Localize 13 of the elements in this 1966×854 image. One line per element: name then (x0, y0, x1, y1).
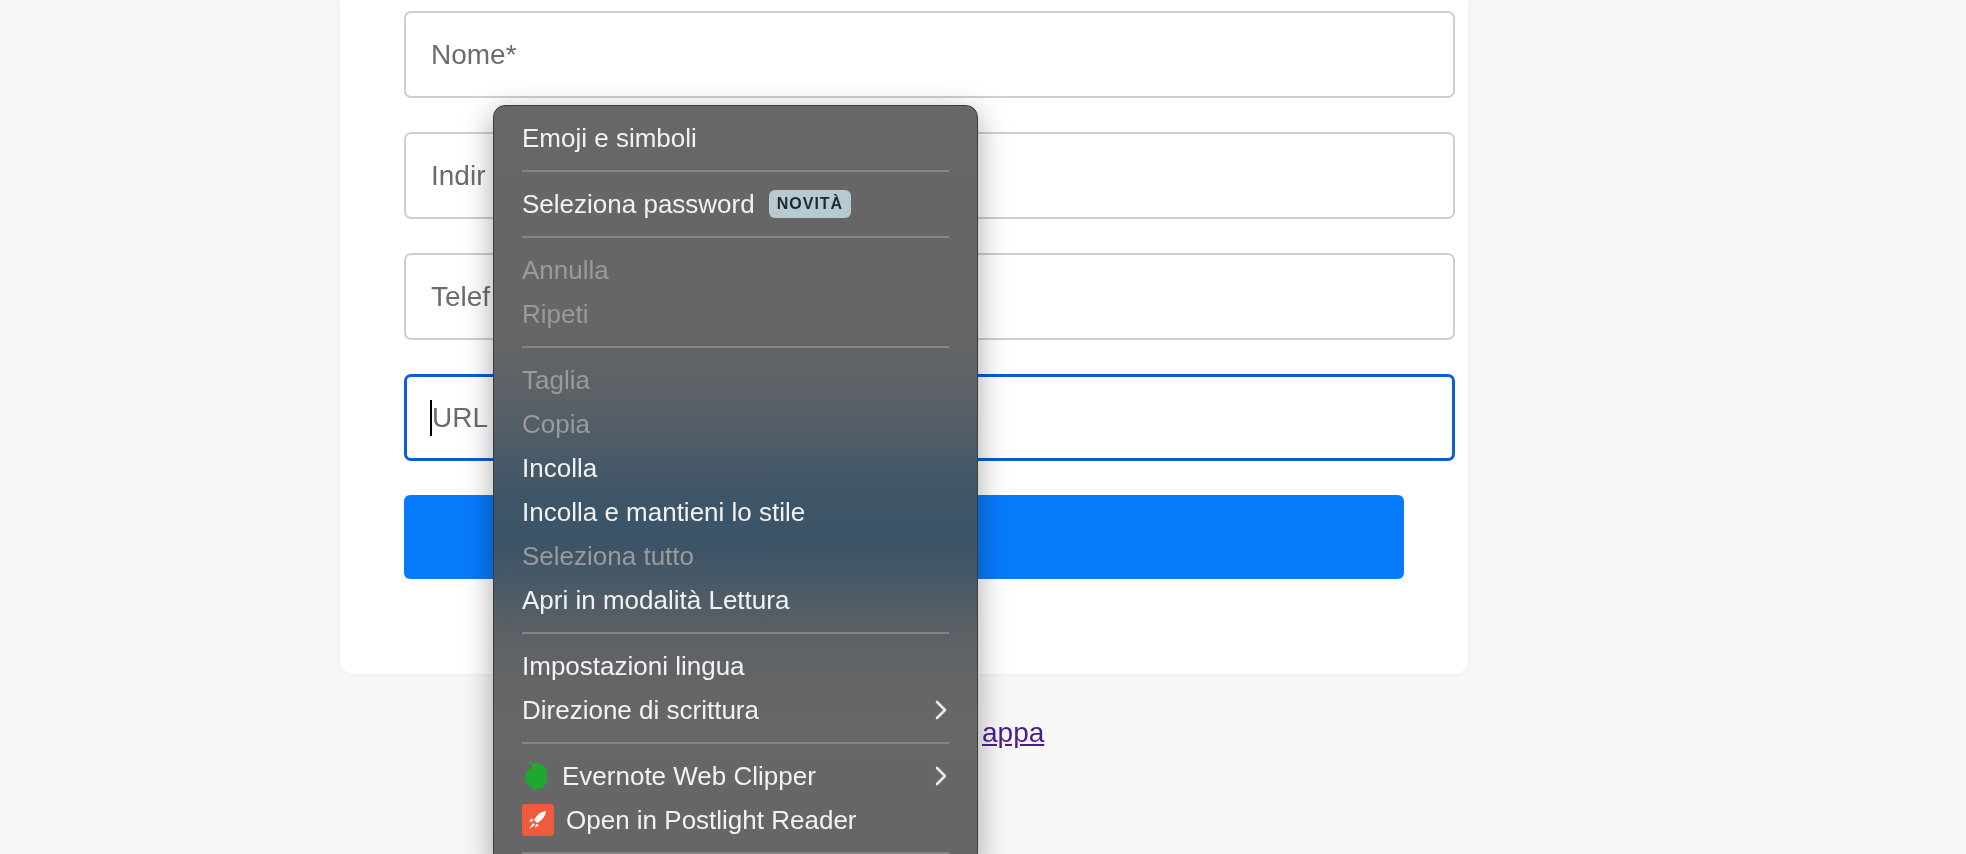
new-badge: NOVITÀ (768, 190, 852, 218)
menu-item-label: Emoji e simboli (522, 121, 697, 155)
menu-item-label: Apri in modalità Lettura (522, 583, 790, 617)
menu-item-label: Incolla e mantieni lo stile (522, 495, 806, 529)
menu-item-label: Direzione di scrittura (522, 693, 759, 727)
menu-item-label: Taglia (522, 363, 590, 397)
menu-item-label: Open in Postlight Reader (566, 803, 857, 837)
menu-item-label: Impostazioni lingua (522, 649, 745, 683)
menu-item-label: Evernote Web Clipper (562, 759, 816, 793)
menu-item-label: Copia (522, 407, 590, 441)
menu-item-label: Incolla (522, 451, 598, 485)
menu-item-label: Seleziona tutto (522, 539, 694, 573)
menu-item-label: Seleziona password (522, 187, 755, 221)
